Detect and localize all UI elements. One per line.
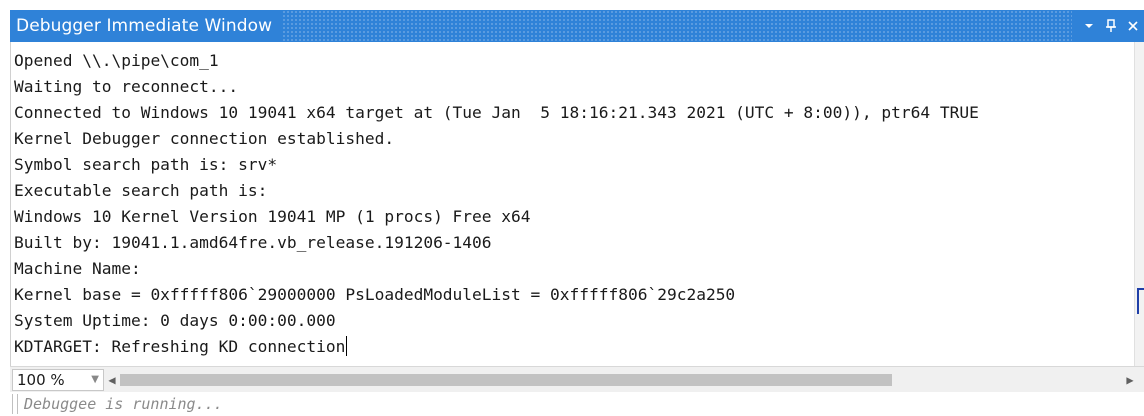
output-line: System Uptime: 0 days 0:00:00.000 xyxy=(14,311,336,330)
output-line-text: KDTARGET: Refreshing KD connection xyxy=(14,337,346,356)
output-line: Machine Name: xyxy=(14,259,141,278)
grip-handle[interactable] xyxy=(12,394,18,414)
output-line: Waiting to reconnect... xyxy=(14,77,239,96)
debugger-immediate-window: Debugger Immediate Window Opened \\.\pip… xyxy=(0,0,1144,416)
title-bar[interactable]: Debugger Immediate Window xyxy=(10,10,1144,42)
output-line: Built by: 19041.1.amd64fre.vb_release.19… xyxy=(14,233,492,252)
output-text-area[interactable]: Opened \\.\pipe\com_1 Waiting to reconne… xyxy=(10,42,1134,366)
output-line: Symbol search path is: srv* xyxy=(14,155,278,174)
window-controls xyxy=(1072,10,1144,42)
status-bar: Debuggee is running... xyxy=(10,392,1144,416)
scroll-left-arrow-icon[interactable]: ◀ xyxy=(104,369,120,391)
bottom-bar: 100 % ▼ ◀ ▶ xyxy=(10,366,1144,392)
scroll-right-arrow-icon[interactable]: ▶ xyxy=(1122,369,1138,391)
window-title: Debugger Immediate Window xyxy=(10,10,283,42)
horizontal-scrollbar[interactable] xyxy=(120,373,1122,387)
close-icon[interactable] xyxy=(1122,10,1144,42)
output-line-last: KDTARGET: Refreshing KD connection xyxy=(14,334,348,360)
text-caret xyxy=(346,336,348,356)
scroll-position-marker xyxy=(1137,288,1144,314)
output-line: Executable search path is: xyxy=(14,181,268,200)
status-text: Debuggee is running... xyxy=(24,395,223,413)
chevron-down-icon[interactable] xyxy=(1078,10,1100,42)
output-line: Kernel base = 0xfffff806`29000000 PsLoad… xyxy=(14,285,736,304)
pin-icon[interactable] xyxy=(1100,10,1122,42)
output-line: Connected to Windows 10 19041 x64 target… xyxy=(14,103,979,122)
vertical-scrollbar[interactable] xyxy=(1134,42,1144,366)
zoom-dropdown[interactable]: 100 % ▼ xyxy=(12,368,104,391)
zoom-value: 100 % xyxy=(17,370,65,389)
output-line: Opened \\.\pipe\com_1 xyxy=(14,51,219,70)
horizontal-scroll-thumb[interactable] xyxy=(120,373,892,386)
output-line: Kernel Debugger connection established. xyxy=(14,129,395,148)
chevron-down-icon: ▼ xyxy=(91,374,99,385)
output-line: Windows 10 Kernel Version 19041 MP (1 pr… xyxy=(14,207,531,226)
